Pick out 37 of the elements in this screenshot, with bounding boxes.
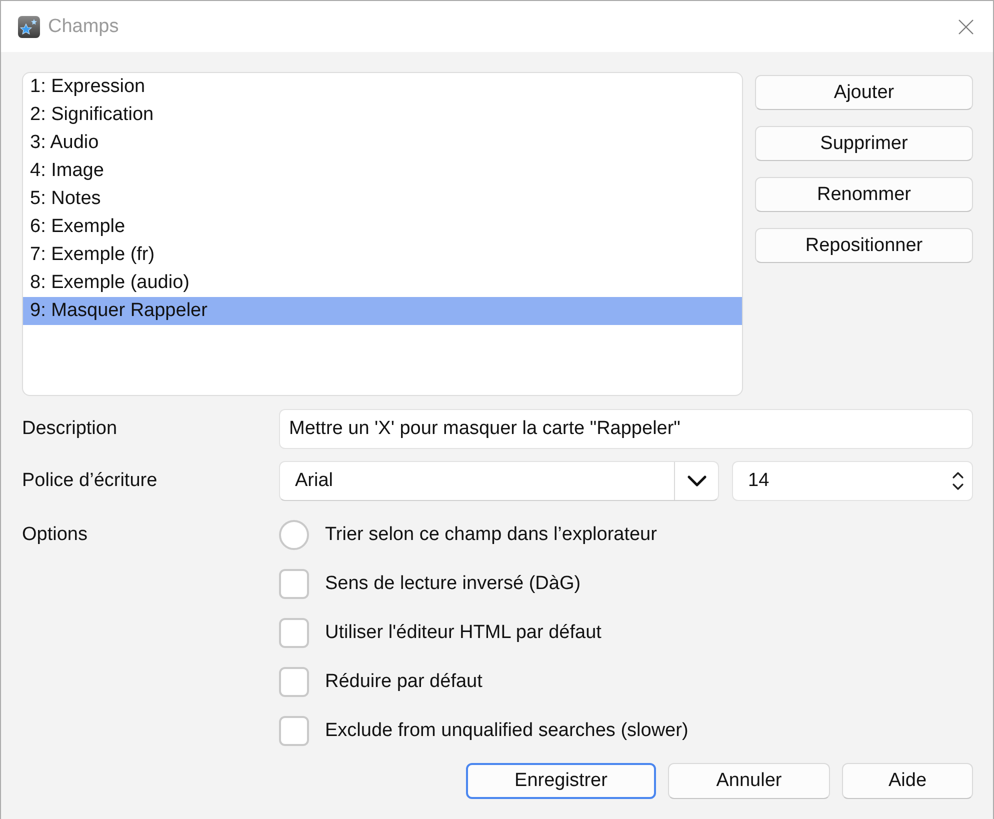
option-label: Utiliser l'éditeur HTML par défaut — [325, 621, 602, 645]
font-size-spinbox[interactable]: 14 — [732, 461, 973, 501]
field-list-item[interactable]: 1: Expression — [23, 73, 742, 101]
dialog-button[interactable]: Enregistrer — [466, 763, 656, 799]
option-label: Réduire par défaut — [325, 670, 482, 694]
options-label: Options — [22, 523, 88, 547]
description-field[interactable]: Mettre un 'X' pour masquer la carte "Rappeler" — [279, 409, 973, 449]
field-list-item[interactable]: 4: Image — [23, 157, 742, 185]
font-dropdown[interactable]: Arial — [279, 461, 719, 501]
field-list-item[interactable]: 3: Audio — [23, 129, 742, 157]
checkbox[interactable] — [279, 618, 309, 648]
option-label: Exclude from unqualified searches (slower) — [325, 719, 688, 743]
field-list-item[interactable]: 8: Exemple (audio) — [23, 269, 742, 297]
chevron-down-icon — [686, 475, 706, 487]
down-chevron-icon[interactable] — [952, 483, 964, 491]
checkbox[interactable] — [279, 716, 309, 746]
action-button[interactable]: Ajouter — [755, 75, 973, 110]
radio-button[interactable] — [279, 520, 309, 550]
up-chevron-icon[interactable] — [952, 471, 964, 479]
checkbox[interactable] — [279, 569, 309, 599]
field-list-item[interactable]: 7: Exemple (fr) — [23, 241, 742, 269]
field-list-item[interactable]: 9: Masquer Rappeler — [23, 297, 742, 325]
font-label: Police d’écriture — [22, 470, 158, 492]
dialog-button[interactable]: Annuler — [668, 763, 830, 799]
checkbox[interactable] — [279, 667, 309, 697]
dialog-button[interactable]: Aide — [842, 763, 973, 799]
field-list-item[interactable]: 5: Notes — [23, 185, 742, 213]
option-label: Sens de lecture inversé (DàG) — [325, 572, 581, 596]
action-button[interactable]: Renommer — [755, 177, 973, 212]
close-icon[interactable] — [958, 18, 974, 34]
field-list-item[interactable]: 2: Signification — [23, 101, 742, 129]
action-button[interactable]: Supprimer — [755, 126, 973, 161]
field-list-item[interactable]: 6: Exemple — [23, 213, 742, 241]
description-label: Description — [22, 418, 118, 440]
option-label: Trier selon ce champ dans l’explorateur — [325, 523, 657, 547]
window-title: Champs — [48, 16, 119, 38]
action-button[interactable]: Repositionner — [755, 228, 973, 263]
